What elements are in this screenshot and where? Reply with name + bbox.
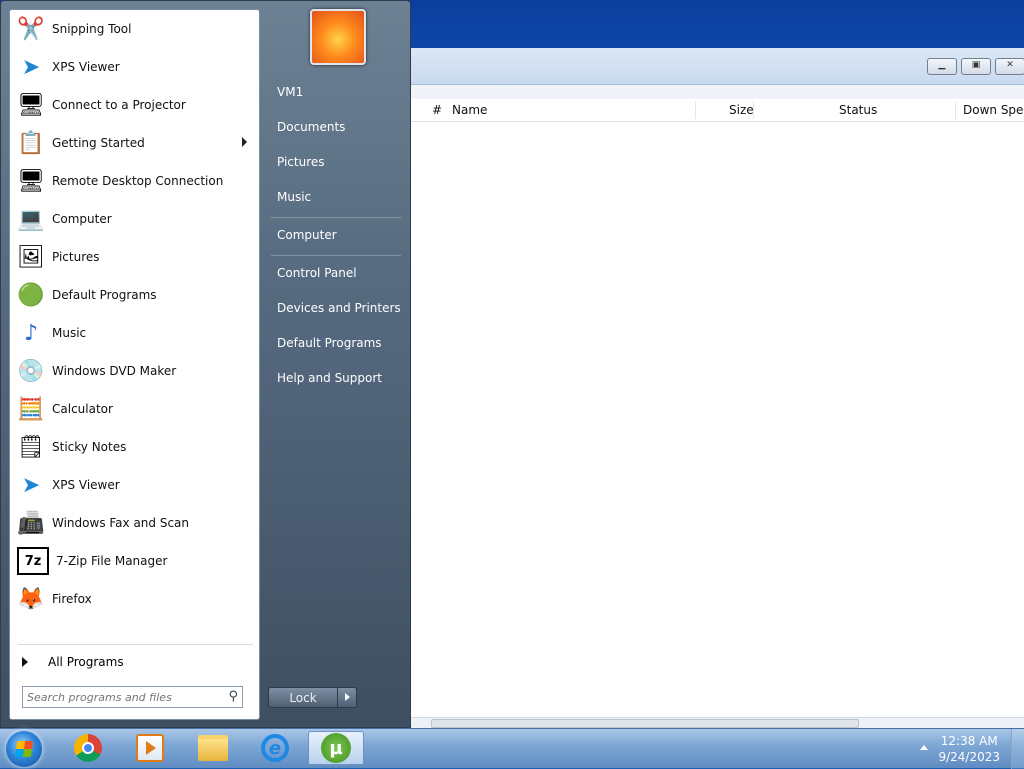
pictures-icon: 🖼 — [17, 244, 45, 270]
place-control-panel[interactable]: Control Panel — [277, 266, 357, 280]
program-dvd-maker[interactable]: 💿 Windows DVD Maker — [14, 353, 257, 389]
torrent-list-header: # Name Size Status Down Speed — [411, 99, 1024, 122]
dvd-icon: 💿 — [17, 358, 45, 384]
firefox-icon: 🦊 — [17, 586, 45, 612]
place-devices-printers[interactable]: Devices and Printers — [277, 301, 401, 315]
programs-separator — [18, 644, 253, 645]
search-box[interactable]: ⚲ — [22, 686, 243, 708]
file-explorer-icon — [198, 735, 228, 761]
program-firefox[interactable]: 🦊 Firefox — [14, 581, 257, 617]
taskbar: e µ 12:38 AM 9/24/2023 — [0, 728, 1024, 769]
minimize-button[interactable]: ▁ — [927, 58, 957, 75]
place-pictures[interactable]: Pictures — [277, 155, 325, 169]
paper-plane-icon: ➤ — [21, 54, 41, 80]
media-player-icon — [136, 734, 164, 762]
places-separator — [271, 255, 401, 256]
program-xps-viewer[interactable]: ➤ XPS Viewer — [14, 49, 257, 85]
program-snipping-tool[interactable]: ✂️ Snipping Tool — [14, 11, 257, 47]
column-name[interactable]: Name — [452, 103, 487, 117]
column-index[interactable]: # — [432, 103, 442, 117]
window-toolbar — [411, 85, 1024, 100]
internet-explorer-icon: e — [261, 734, 289, 762]
place-documents[interactable]: Documents — [277, 120, 345, 134]
program-xps-viewer-2[interactable]: ➤ XPS Viewer — [14, 467, 257, 503]
paper-plane-icon: ➤ — [21, 472, 41, 498]
program-sticky-notes[interactable]: 🗒 Sticky Notes — [14, 429, 257, 465]
horizontal-scrollbar[interactable] — [411, 717, 1024, 728]
program-calculator[interactable]: 🧮 Calculator — [14, 391, 257, 427]
chrome-icon — [74, 734, 102, 762]
places-pane: VM1 Documents Pictures Music Computer Co… — [263, 1, 411, 729]
taskbar-chrome[interactable] — [60, 731, 116, 765]
sticky-notes-icon: 🗒 — [17, 434, 45, 460]
remote-desktop-icon: 🖥 — [17, 168, 45, 194]
clock-time: 12:38 AM — [940, 734, 998, 748]
scissors-icon: ✂️ — [17, 16, 45, 42]
show-desktop-button[interactable] — [1011, 729, 1024, 769]
program-connect-projector[interactable]: 🖥 Connect to a Projector — [14, 87, 257, 123]
taskbar-utorrent[interactable]: µ — [308, 731, 364, 765]
column-status[interactable]: Status — [839, 103, 877, 117]
place-user-vm1[interactable]: VM1 — [277, 85, 303, 99]
music-note-icon: ♪ — [23, 320, 39, 346]
window-titlebar: ▁ ▣ ✕ — [411, 48, 1024, 85]
programs-pane: ✂️ Snipping Tool ➤ XPS Viewer 🖥 Connect … — [9, 9, 260, 720]
clock[interactable]: 12:38 AM 9/24/2023 — [938, 733, 1000, 765]
place-computer[interactable]: Computer — [277, 228, 337, 242]
getting-started-icon: 📋 — [17, 130, 45, 156]
fax-icon: 📠 — [17, 510, 45, 536]
expand-arrow-icon — [22, 657, 28, 667]
all-programs-button[interactable]: All Programs — [18, 650, 253, 674]
place-music[interactable]: Music — [277, 190, 311, 204]
taskbar-internet-explorer[interactable]: e — [247, 731, 303, 765]
program-computer[interactable]: 💻 Computer — [14, 201, 257, 237]
submenu-arrow-icon — [242, 137, 247, 147]
computer-icon: 💻 — [17, 206, 45, 232]
clock-date: 9/24/2023 — [938, 750, 1000, 764]
start-menu: ✂️ Snipping Tool ➤ XPS Viewer 🖥 Connect … — [0, 0, 411, 728]
search-input[interactable] — [27, 688, 217, 706]
program-pictures[interactable]: 🖼 Pictures — [14, 239, 257, 275]
7zip-icon: 7z — [17, 547, 49, 575]
close-button[interactable]: ✕ — [995, 58, 1024, 75]
column-down-speed[interactable]: Down Speed — [963, 103, 1024, 117]
place-help-support[interactable]: Help and Support — [277, 371, 382, 385]
place-default-programs[interactable]: Default Programs — [277, 336, 382, 350]
program-music[interactable]: ♪ Music — [14, 315, 257, 351]
search-icon[interactable]: ⚲ — [228, 689, 238, 704]
program-remote-desktop[interactable]: 🖥 Remote Desktop Connection — [14, 163, 257, 199]
column-size[interactable]: Size — [729, 103, 754, 117]
default-programs-icon: 🟢 — [17, 282, 45, 308]
program-7zip[interactable]: 7z 7-Zip File Manager — [14, 543, 257, 579]
taskbar-file-explorer[interactable] — [185, 731, 241, 765]
torrent-window: ▁ ▣ ✕ # Name Size Status Down Speed — [410, 48, 1024, 728]
program-getting-started[interactable]: 📋 Getting Started — [14, 125, 257, 161]
program-fax-scan[interactable]: 📠 Windows Fax and Scan — [14, 505, 257, 541]
show-hidden-icons-icon[interactable] — [920, 745, 928, 750]
shutdown-options-button[interactable] — [337, 687, 357, 708]
projector-icon: 🖥 — [17, 92, 45, 118]
scrollbar-thumb[interactable] — [431, 719, 859, 728]
places-separator — [271, 217, 401, 218]
calculator-icon: 🧮 — [17, 396, 45, 422]
taskbar-media-player[interactable] — [122, 731, 178, 765]
lock-button[interactable]: Lock — [268, 687, 338, 708]
start-button[interactable] — [6, 731, 42, 767]
utorrent-icon: µ — [321, 733, 351, 763]
program-default-programs[interactable]: 🟢 Default Programs — [14, 277, 257, 313]
user-avatar[interactable] — [310, 9, 366, 65]
system-tray: 12:38 AM 9/24/2023 — [914, 729, 1024, 769]
maximize-button[interactable]: ▣ — [961, 58, 991, 75]
